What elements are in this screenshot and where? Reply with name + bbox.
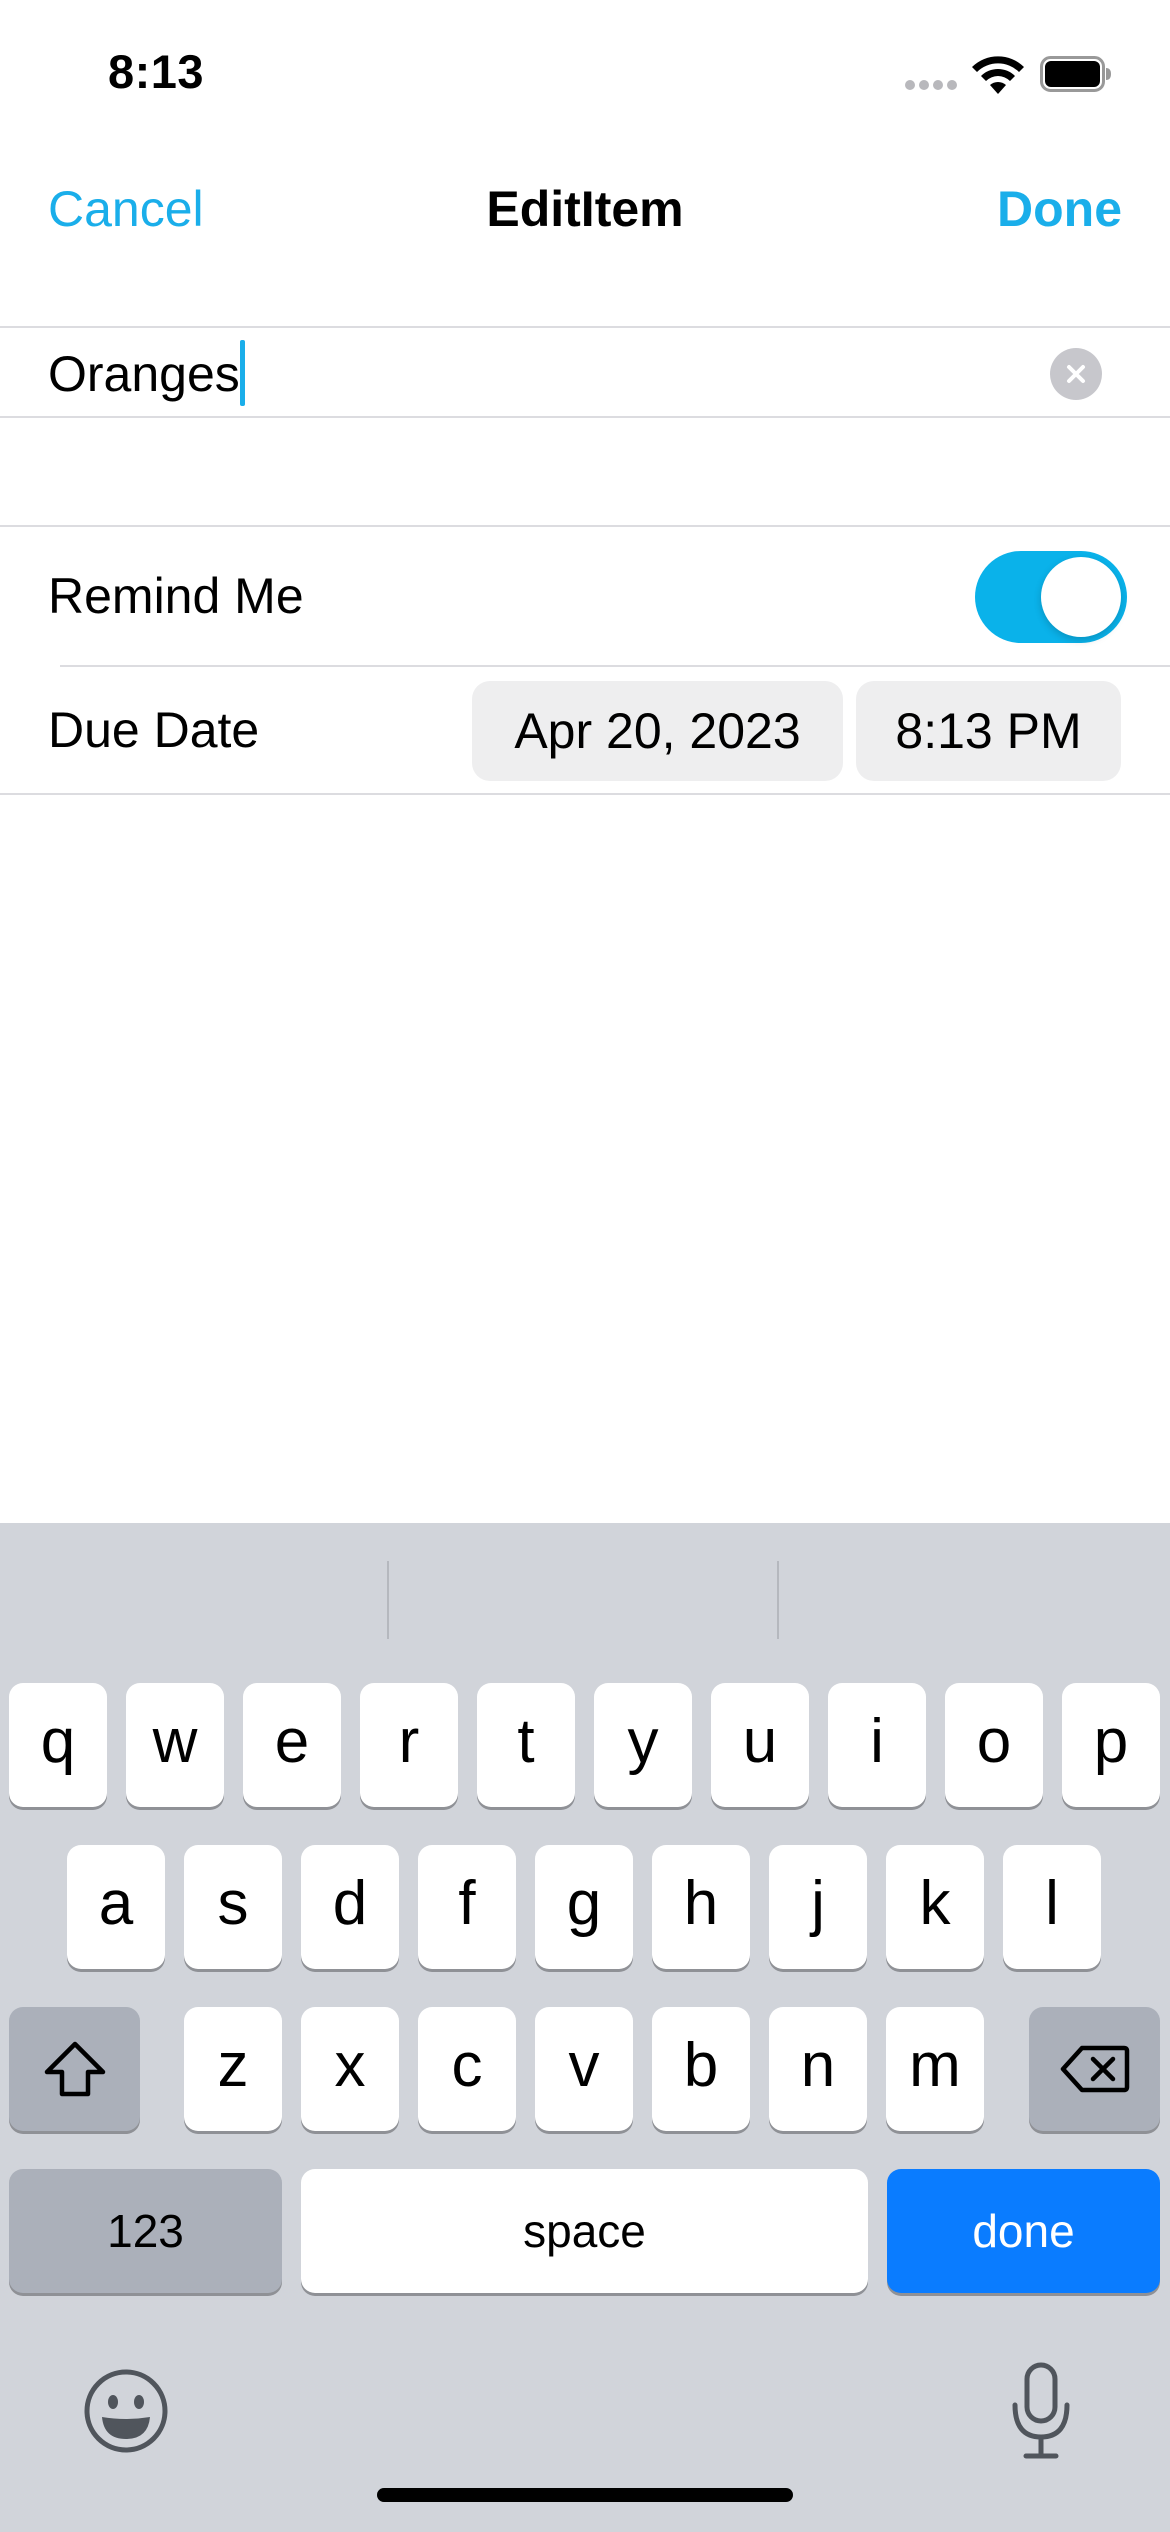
- key-label: space: [523, 2205, 646, 2257]
- key-label: g: [566, 1868, 602, 1938]
- key-label: k: [919, 1868, 951, 1938]
- key-label: b: [683, 2030, 719, 2100]
- key-label: o: [976, 1706, 1012, 1776]
- status-time: 8:13: [108, 45, 205, 98]
- battery-icon: [1040, 56, 1111, 92]
- key-label: c: [451, 2030, 483, 2100]
- remind-me-row: Remind Me: [0, 527, 1170, 667]
- cellular-signal-icon: [905, 80, 957, 92]
- key-label: 123: [107, 2205, 184, 2257]
- status-bar: 8:13: [0, 0, 1170, 150]
- key-label: t: [517, 1706, 535, 1776]
- key-a[interactable]: a: [67, 1845, 165, 1969]
- key-label: x: [334, 2030, 366, 2100]
- key-label: y: [627, 1706, 659, 1776]
- key-n[interactable]: n: [769, 2007, 867, 2131]
- key-label: v: [568, 2030, 600, 2100]
- key-s[interactable]: s: [184, 1845, 282, 1969]
- key-label: m: [909, 2030, 961, 2100]
- key-label: s: [217, 1868, 249, 1938]
- key-label: e: [274, 1706, 310, 1776]
- key-label: j: [811, 1868, 825, 1938]
- toggle-knob: [1041, 557, 1121, 637]
- key-w[interactable]: w: [126, 1683, 224, 1807]
- key-label: d: [332, 1868, 368, 1938]
- key-p[interactable]: p: [1062, 1683, 1160, 1807]
- emoji-icon[interactable]: [82, 2367, 170, 2455]
- navigation-bar: EditItem Cancel Done: [0, 150, 1170, 265]
- key-label: q: [40, 1706, 76, 1776]
- key-h[interactable]: h: [652, 1845, 750, 1969]
- done-button[interactable]: Done: [997, 180, 1122, 238]
- item-name-input[interactable]: [48, 344, 1008, 404]
- key-y[interactable]: y: [594, 1683, 692, 1807]
- remind-me-label: Remind Me: [48, 568, 304, 624]
- keyboard-done-key[interactable]: done: [887, 2169, 1160, 2293]
- key-label: i: [870, 1706, 884, 1776]
- cancel-button[interactable]: Cancel: [48, 180, 204, 238]
- remind-me-toggle[interactable]: [975, 551, 1127, 643]
- key-f[interactable]: f: [418, 1845, 516, 1969]
- key-v[interactable]: v: [535, 2007, 633, 2131]
- delete-key[interactable]: [1029, 2007, 1160, 2131]
- key-label: w: [152, 1706, 198, 1776]
- key-o[interactable]: o: [945, 1683, 1043, 1807]
- key-r[interactable]: r: [360, 1683, 458, 1807]
- key-label: h: [683, 1868, 719, 1938]
- edit-item-screen: 8:13 EditItem Cancel Done Oranges Remind…: [0, 0, 1170, 2532]
- key-g[interactable]: g: [535, 1845, 633, 1969]
- shift-key[interactable]: [9, 2007, 140, 2131]
- microphone-icon[interactable]: [1008, 2361, 1074, 2461]
- backspace-icon: [1060, 2045, 1129, 2093]
- due-time-picker[interactable]: 8:13 PM: [856, 681, 1121, 781]
- key-t[interactable]: t: [477, 1683, 575, 1807]
- shift-icon: [44, 2041, 105, 2097]
- key-label: n: [800, 2030, 836, 2100]
- numbers-key[interactable]: 123: [9, 2169, 282, 2293]
- key-u[interactable]: u: [711, 1683, 809, 1807]
- due-date-label: Due Date: [48, 702, 260, 758]
- key-label: l: [1045, 1868, 1059, 1938]
- due-date-picker[interactable]: Apr 20, 2023: [472, 681, 843, 781]
- text-cursor: [240, 340, 245, 406]
- key-m[interactable]: m: [886, 2007, 984, 2131]
- key-e[interactable]: e: [243, 1683, 341, 1807]
- key-k[interactable]: k: [886, 1845, 984, 1969]
- key-x[interactable]: x: [301, 2007, 399, 2131]
- key-label: done: [972, 2205, 1075, 2257]
- key-label: z: [217, 2030, 249, 2100]
- key-label: r: [398, 1706, 420, 1776]
- key-z[interactable]: z: [184, 2007, 282, 2131]
- due-date-row: Due Date Apr 20, 2023 8:13 PM: [0, 667, 1170, 795]
- key-i[interactable]: i: [828, 1683, 926, 1807]
- key-j[interactable]: j: [769, 1845, 867, 1969]
- suggestion-divider: [387, 1561, 389, 1639]
- key-c[interactable]: c: [418, 2007, 516, 2131]
- key-label: p: [1093, 1706, 1129, 1776]
- keyboard: q w e r t y u i o p a s d f g h j k l z …: [0, 1523, 1170, 2532]
- item-name-row: [0, 328, 1170, 418]
- space-key[interactable]: space: [301, 2169, 868, 2293]
- key-label: f: [458, 1868, 476, 1938]
- key-label: a: [98, 1868, 134, 1938]
- key-label: u: [742, 1706, 778, 1776]
- suggestion-divider: [777, 1561, 779, 1639]
- close-icon: [1067, 365, 1085, 383]
- wifi-icon: [972, 56, 1024, 94]
- key-b[interactable]: b: [652, 2007, 750, 2131]
- key-d[interactable]: d: [301, 1845, 399, 1969]
- key-q[interactable]: q: [9, 1683, 107, 1807]
- clear-text-button[interactable]: [1050, 348, 1102, 400]
- key-l[interactable]: l: [1003, 1845, 1101, 1969]
- home-indicator[interactable]: [377, 2488, 793, 2502]
